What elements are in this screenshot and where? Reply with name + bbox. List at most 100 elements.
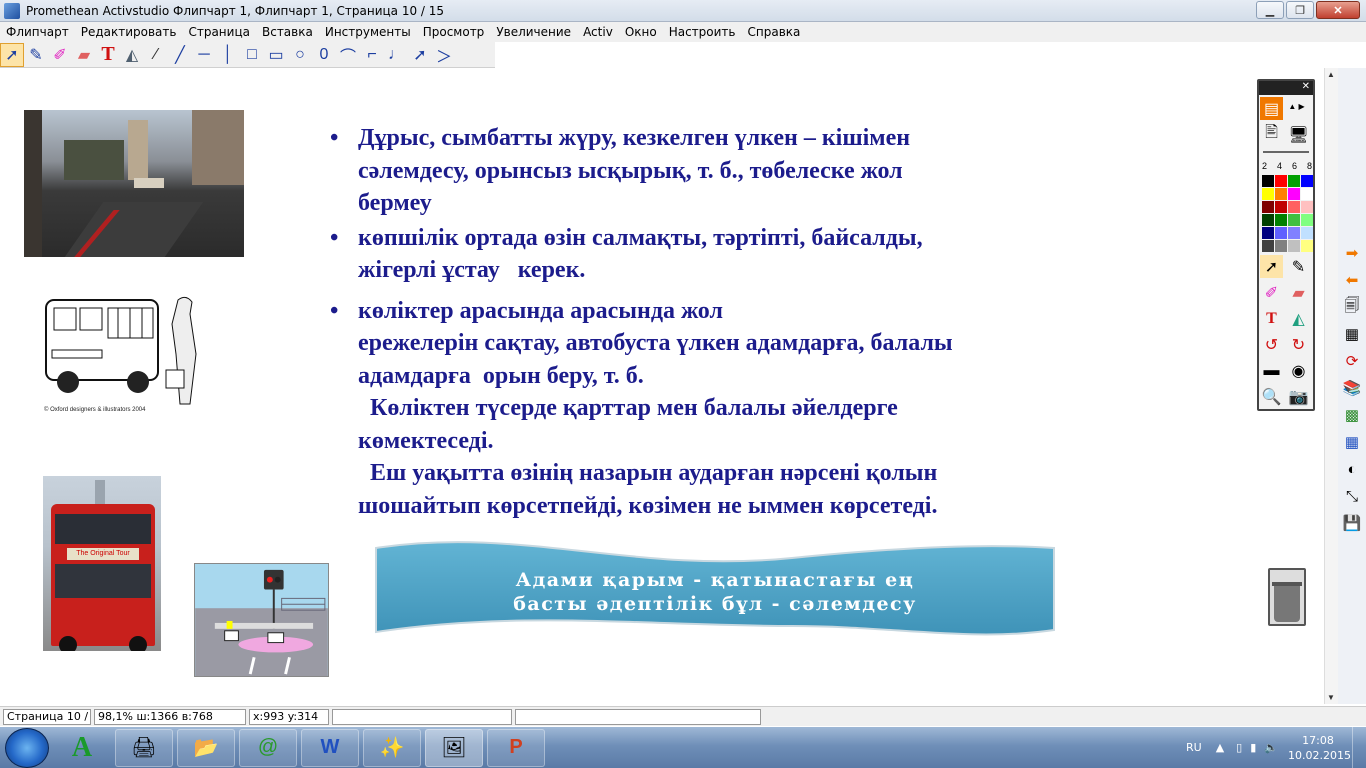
- maximize-button[interactable]: ❐: [1286, 1, 1314, 19]
- arrow-shape-icon[interactable]: ➚: [408, 43, 432, 67]
- undo-icon[interactable]: ↺: [1260, 333, 1283, 356]
- pen-size-2[interactable]: 2: [1262, 161, 1267, 171]
- palette-swatch[interactable]: [1262, 201, 1274, 213]
- tray-arrow-icon[interactable]: ▲: [1216, 741, 1224, 754]
- palette-swatch[interactable]: [1288, 175, 1300, 187]
- activstudio-taskbar-icon[interactable]: 🖼: [425, 728, 483, 767]
- rectangle-shape-icon[interactable]: ▭: [264, 43, 288, 67]
- hp-taskbar-icon[interactable]: 🖨: [115, 728, 173, 767]
- page-icon[interactable]: 🖹: [1260, 123, 1283, 146]
- flipchart-menu-icon[interactable]: ▤: [1260, 97, 1283, 120]
- resource-library-icon[interactable]: 📚: [1340, 376, 1364, 400]
- arc-shape-icon[interactable]: ⌒: [336, 43, 360, 67]
- magic-wand-taskbar-icon[interactable]: ✨: [363, 728, 421, 767]
- menu-window[interactable]: Окно: [619, 25, 663, 39]
- square-shape-icon[interactable]: □: [240, 43, 264, 67]
- scroll-up-arrow-icon[interactable]: ▲: [1327, 70, 1335, 79]
- close-button[interactable]: ✕: [1316, 1, 1360, 19]
- pen-size-8[interactable]: 8: [1307, 161, 1312, 171]
- palette-swatch[interactable]: [1262, 214, 1274, 226]
- minimize-button[interactable]: ▁: [1256, 1, 1284, 19]
- palette-swatch[interactable]: [1301, 214, 1313, 226]
- pen-tool-icon[interactable]: ✎: [24, 43, 48, 67]
- menu-edit[interactable]: Редактировать: [75, 25, 183, 39]
- resize-icon[interactable]: ⤡: [1340, 484, 1364, 508]
- page-sorter-icon[interactable]: ▦: [1340, 322, 1364, 346]
- eyedropper-tool-icon[interactable]: ⁄: [144, 43, 168, 67]
- fill-tool-icon[interactable]: ◭: [120, 43, 144, 67]
- scroll-arrows-icon[interactable]: ▲ ▶: [1285, 95, 1308, 118]
- word-taskbar-icon[interactable]: W: [301, 728, 359, 767]
- toolbox-close-icon[interactable]: ✕: [1259, 81, 1313, 95]
- select-icon[interactable]: ➚: [1260, 255, 1283, 278]
- battery-icon[interactable]: ▯: [1236, 741, 1242, 754]
- palette-swatch[interactable]: [1275, 188, 1287, 200]
- language-indicator[interactable]: RU: [1186, 741, 1202, 754]
- background-icon[interactable]: ▩: [1340, 403, 1364, 427]
- palette-swatch[interactable]: [1288, 214, 1300, 226]
- trash-bin-icon[interactable]: [1268, 568, 1306, 626]
- freeform-shape-icon[interactable]: ♩: [384, 43, 408, 67]
- menu-activ[interactable]: Activ: [577, 25, 619, 39]
- next-page-icon[interactable]: ➡: [1340, 241, 1364, 265]
- highlighter-tool-icon[interactable]: ✐: [48, 43, 72, 67]
- palette-swatch[interactable]: [1262, 227, 1274, 239]
- text-icon[interactable]: T: [1260, 307, 1283, 330]
- screen-shade-icon[interactable]: ▬: [1260, 359, 1283, 382]
- palette-swatch[interactable]: [1275, 201, 1287, 213]
- save-icon[interactable]: 💾: [1340, 511, 1364, 535]
- palette-swatch[interactable]: [1301, 175, 1313, 187]
- color-palette[interactable]: [1262, 175, 1313, 252]
- desktop-icon[interactable]: 🖥: [1287, 123, 1310, 146]
- palette-swatch[interactable]: [1288, 227, 1300, 239]
- line-horizontal-icon[interactable]: ─: [192, 43, 216, 67]
- text-tool-icon[interactable]: T: [96, 43, 120, 67]
- reset-page-icon[interactable]: ⟳: [1340, 349, 1364, 373]
- network-icon[interactable]: ▮: [1250, 741, 1256, 754]
- palette-swatch[interactable]: [1288, 201, 1300, 213]
- menu-zoom[interactable]: Увеличение: [490, 25, 577, 39]
- spotlight-icon[interactable]: ◉: [1287, 359, 1310, 382]
- start-button[interactable]: [5, 727, 49, 768]
- palette-swatch[interactable]: [1301, 227, 1313, 239]
- scroll-down-arrow-icon[interactable]: ▼: [1327, 693, 1335, 702]
- palette-swatch[interactable]: [1262, 175, 1274, 187]
- palette-swatch[interactable]: [1262, 240, 1274, 252]
- palette-swatch[interactable]: [1262, 188, 1274, 200]
- eraser-icon[interactable]: ▰: [1287, 281, 1310, 304]
- palette-swatch[interactable]: [1301, 201, 1313, 213]
- grid-icon[interactable]: ▦: [1340, 430, 1364, 454]
- fill-icon[interactable]: ◭: [1287, 307, 1310, 330]
- select-tool-icon[interactable]: ➚: [0, 42, 24, 67]
- vertical-scrollbar[interactable]: ▲ ▼: [1324, 68, 1338, 704]
- palette-swatch[interactable]: [1275, 175, 1287, 187]
- pen-width-slider[interactable]: [1263, 151, 1309, 157]
- palette-swatch[interactable]: [1275, 214, 1287, 226]
- palette-swatch[interactable]: [1301, 188, 1313, 200]
- palette-swatch[interactable]: [1301, 240, 1313, 252]
- powerpoint-taskbar-icon[interactable]: P: [487, 728, 545, 767]
- menu-tools[interactable]: Инструменты: [319, 25, 417, 39]
- menu-insert[interactable]: Вставка: [256, 25, 319, 39]
- redo-icon[interactable]: ↻: [1287, 333, 1310, 356]
- line-vertical-icon[interactable]: │: [216, 43, 240, 67]
- chevron-shape-icon[interactable]: ＞: [432, 43, 456, 67]
- menu-customize[interactable]: Настроить: [663, 25, 742, 39]
- volume-icon[interactable]: 🔈: [1264, 741, 1278, 754]
- menu-flipchart[interactable]: Флипчарт: [0, 25, 75, 39]
- palette-swatch[interactable]: [1275, 227, 1287, 239]
- palette-swatch[interactable]: [1275, 240, 1287, 252]
- menu-view[interactable]: Просмотр: [417, 25, 491, 39]
- menu-help[interactable]: Справка: [742, 25, 807, 39]
- mail-agent-taskbar-icon[interactable]: @: [239, 728, 297, 767]
- pages-icon[interactable]: 🗐: [1340, 295, 1364, 319]
- circle-shape-icon[interactable]: ○: [288, 43, 312, 67]
- ellipse-shape-icon[interactable]: 0: [312, 43, 336, 67]
- palette-swatch[interactable]: [1288, 240, 1300, 252]
- camera-icon[interactable]: 📷: [1287, 385, 1310, 408]
- folder-taskbar-icon[interactable]: 📂: [177, 728, 235, 767]
- curve-shape-icon[interactable]: ⌐: [360, 43, 384, 67]
- activinspire-taskbar-icon[interactable]: A: [53, 729, 111, 767]
- highlighter-icon[interactable]: ✐: [1260, 281, 1283, 304]
- line-diagonal-icon[interactable]: ╱: [168, 43, 192, 67]
